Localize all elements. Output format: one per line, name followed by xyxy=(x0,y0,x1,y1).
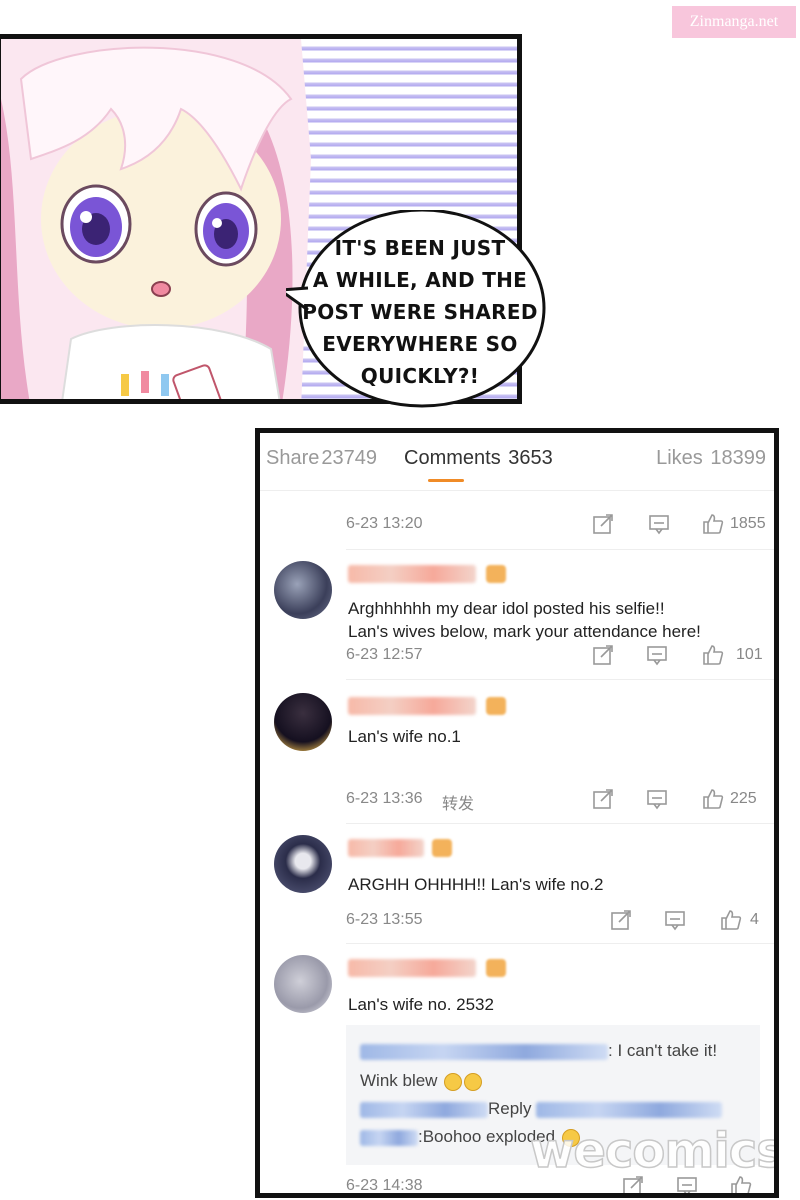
user-badge xyxy=(486,565,506,583)
comment-icon[interactable] xyxy=(646,788,668,810)
avatar[interactable] xyxy=(274,561,332,619)
laughing-emoji-icon xyxy=(444,1072,463,1091)
speech-line: POST WERE SHARED xyxy=(302,300,538,324)
reply-text: Reply xyxy=(488,1099,532,1118)
comment-timestamp: 6-23 13:20 xyxy=(346,515,423,532)
comment-line: Lan's wives below, mark your attendance … xyxy=(348,622,701,641)
reply-line: Wink blew xyxy=(360,1071,483,1091)
user-badge xyxy=(486,959,506,977)
thumbs-up-icon[interactable] xyxy=(702,644,724,666)
active-tab-indicator xyxy=(428,479,464,482)
tab-likes-count: 18399 xyxy=(710,447,766,469)
comment-text: ARGHH OHHHH!! Lan's wife no.2 xyxy=(348,873,604,896)
reply-username-blurred[interactable] xyxy=(536,1101,723,1118)
username-blurred[interactable] xyxy=(348,697,476,715)
share-icon[interactable] xyxy=(592,513,614,535)
comment-meta-row: 6-23 12:57 101 xyxy=(346,644,774,668)
speech-text: IT'S BEEN JUST A WHILE, AND THE POST WER… xyxy=(300,232,540,392)
comment-meta-row: 6-23 13:20 1855 xyxy=(346,513,774,537)
user-badge xyxy=(486,697,506,715)
comment-text: Arghhhhhh my dear idol posted his selfie… xyxy=(348,597,701,643)
speech-line: QUICKLY?! xyxy=(360,364,480,388)
tab-likes-label: Likes xyxy=(656,447,703,469)
like-count: 225 xyxy=(730,790,757,807)
comments-screenshot: Share 23749 Comments 3653 Likes 18399 6-2… xyxy=(255,428,779,1198)
comment-timestamp: 6-23 12:57 xyxy=(346,646,423,663)
comment-icon[interactable] xyxy=(648,513,670,535)
tab-bar: Share 23749 Comments 3653 Likes 18399 xyxy=(260,433,774,491)
username-blurred[interactable] xyxy=(348,565,476,583)
tab-comments[interactable]: Comments 3653 xyxy=(404,447,553,470)
wecomics-watermark: wecomics xyxy=(529,1122,779,1180)
comment-line: Arghhhhhh my dear idol posted his selfie… xyxy=(348,599,665,618)
repost-label[interactable]: 转发 xyxy=(442,790,474,814)
thumbs-up-icon[interactable] xyxy=(702,513,724,535)
site-watermark: Zinmanga.net xyxy=(672,6,796,38)
comment-meta-row: 6-23 13:55 4 xyxy=(346,909,774,933)
tab-likes[interactable]: Likes 18399 xyxy=(656,447,766,470)
thumbs-up-icon[interactable] xyxy=(702,788,724,810)
tab-comments-label: Comments xyxy=(404,447,501,469)
comment-line: Lan's wife no.1 xyxy=(348,727,461,746)
comment-icon[interactable] xyxy=(646,644,668,666)
reply-text: : I can't take it! xyxy=(608,1041,718,1060)
share-icon[interactable] xyxy=(592,788,614,810)
character-illustration xyxy=(1,39,311,399)
username-blurred[interactable] xyxy=(348,959,476,977)
speech-line: EVERYWHERE SO xyxy=(322,332,518,356)
thumbs-up-icon[interactable] xyxy=(720,909,742,931)
comment-meta-row: 6-23 13:36 转发 225 xyxy=(346,788,774,814)
laughing-emoji-icon xyxy=(464,1072,483,1091)
reply-username-blurred[interactable] xyxy=(360,1043,608,1060)
speech-line: IT'S BEEN JUST xyxy=(334,236,506,260)
divider xyxy=(346,823,774,824)
comment-line: Lan's wife no. 2532 xyxy=(348,995,494,1014)
comment-timestamp: 6-23 14:38 xyxy=(346,1177,423,1194)
comment-timestamp: 6-23 13:55 xyxy=(346,911,423,928)
reply-username-blurred[interactable] xyxy=(360,1129,418,1146)
like-count: 101 xyxy=(736,646,763,663)
avatar[interactable] xyxy=(274,955,332,1013)
reply-line: : I can't take it! xyxy=(360,1041,717,1061)
comment-icon[interactable] xyxy=(664,909,686,931)
avatar[interactable] xyxy=(274,835,332,893)
reply-line: Reply xyxy=(360,1099,723,1119)
comment-text: Lan's wife no. 2532 xyxy=(348,993,494,1016)
divider xyxy=(346,679,774,680)
comment-timestamp: 6-23 13:36 xyxy=(346,790,423,807)
tab-comments-count: 3653 xyxy=(508,447,553,469)
user-badge xyxy=(432,839,452,857)
tab-share-count: 23749 xyxy=(321,447,377,469)
comment-line: ARGHH OHHHH!! Lan's wife no.2 xyxy=(348,875,604,894)
share-icon[interactable] xyxy=(592,644,614,666)
like-count: 1855 xyxy=(730,515,766,532)
comment-text: Lan's wife no.1 xyxy=(348,725,461,748)
username-blurred[interactable] xyxy=(348,839,424,857)
reply-username-blurred[interactable] xyxy=(360,1101,488,1118)
reply-text: Wink blew xyxy=(360,1071,438,1090)
divider xyxy=(346,549,774,550)
speech-line: A WHILE, AND THE xyxy=(312,268,528,292)
tab-share-label: Share xyxy=(266,447,320,469)
avatar[interactable] xyxy=(274,693,332,751)
like-count: 4 xyxy=(750,911,759,928)
divider xyxy=(346,943,774,944)
share-icon[interactable] xyxy=(610,909,632,931)
tab-share[interactable]: Share 23749 xyxy=(266,447,377,470)
